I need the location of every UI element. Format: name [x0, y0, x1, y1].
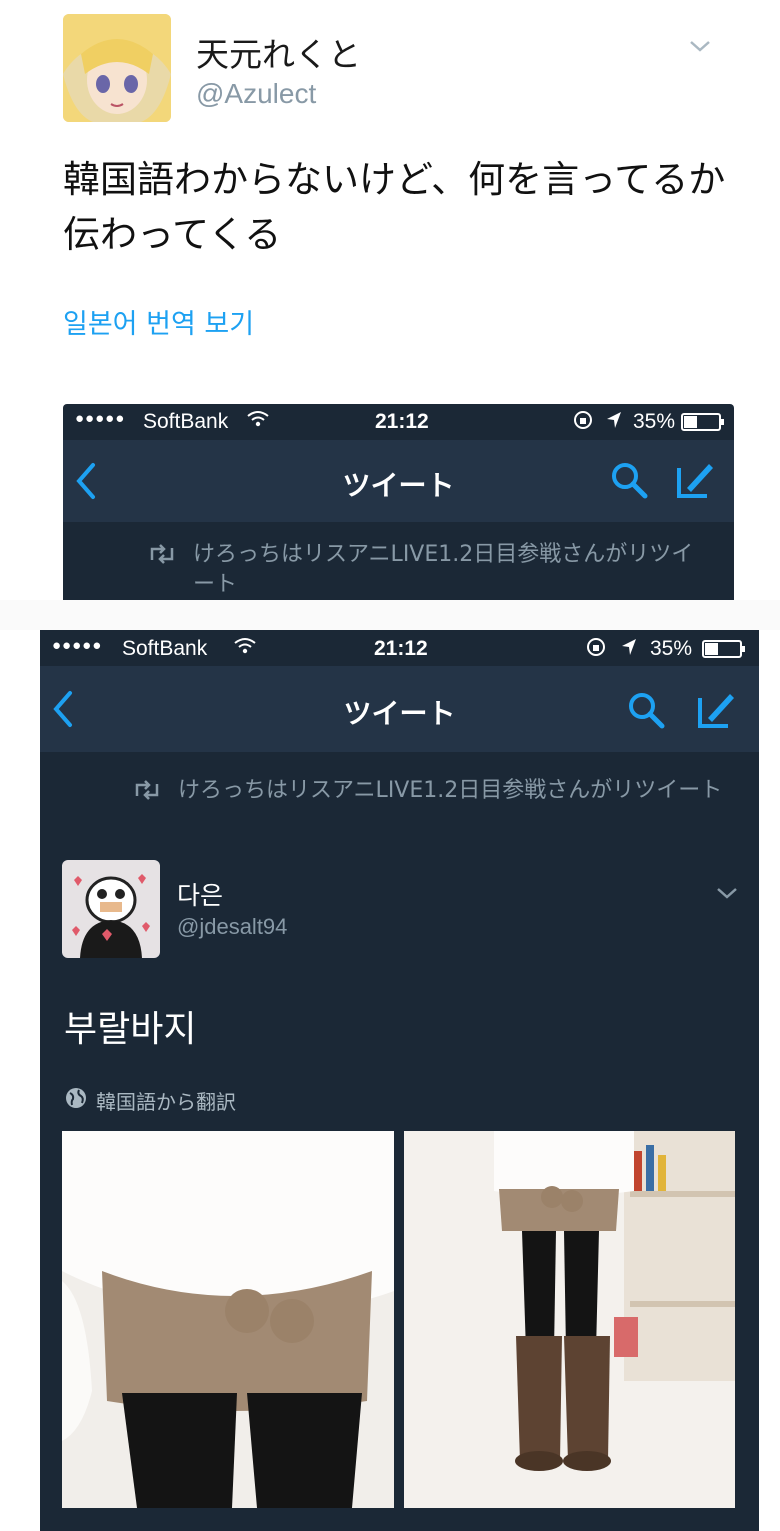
globe-icon: [64, 1086, 88, 1114]
translation-label: 韓国語から翻訳: [96, 1090, 236, 1114]
search-icon[interactable]: [626, 690, 666, 734]
status-bar: ●●●●● SoftBank 21:12 35%: [40, 630, 759, 666]
nav-bar: ツイート: [63, 440, 734, 522]
retweet-icon: [132, 780, 162, 804]
embedded-screenshot-1: ●●●●● SoftBank 21:12 35% ツイート けろっちはリスアニL…: [63, 404, 734, 600]
clock: 21:12: [375, 410, 429, 433]
signal-dots: ●●●●●: [52, 637, 103, 654]
embedded-screenshot-2: ●●●●● SoftBank 21:12 35% ツイート けろっちはリスアニL…: [40, 630, 759, 1531]
display-name[interactable]: 天元れくと: [196, 28, 361, 76]
retweet-label: けろっちはリスアニLIVE1.2日目参戦さんがリツイート: [178, 778, 723, 803]
compose-icon[interactable]: [696, 690, 736, 734]
retweet-icon: [147, 544, 177, 568]
carrier: SoftBank: [143, 410, 229, 433]
carrier: SoftBank: [122, 637, 208, 660]
tweet-photo-1[interactable]: [62, 1131, 394, 1508]
retweet-label: けろっちはリスアニLIVE1.2日目参戦さんがリツイート: [193, 542, 694, 597]
tweet-text: 부랄바지: [64, 1009, 197, 1050]
nav-bar: ツイート: [40, 666, 759, 752]
search-icon[interactable]: [609, 460, 649, 504]
battery-icon: [681, 413, 725, 437]
chevron-down-icon[interactable]: [716, 884, 738, 906]
battery-percent: 35%: [633, 410, 676, 433]
avatar[interactable]: [62, 860, 160, 958]
wifi-icon: [247, 410, 269, 434]
author-name[interactable]: 다은: [177, 876, 223, 912]
tweet-photo-2[interactable]: [404, 1131, 735, 1508]
battery-percent: 35%: [650, 637, 693, 660]
clock: 21:12: [374, 637, 428, 660]
lock-rotation-icon: [573, 410, 593, 436]
author-handle[interactable]: @jdesalt94: [177, 914, 287, 940]
chevron-down-icon[interactable]: [688, 34, 712, 58]
tweet-text: 韓国語わからないけど、何を言ってるか伝わってくる: [63, 158, 726, 256]
signal-dots: ●●●●●: [75, 410, 126, 427]
avatar[interactable]: [63, 14, 171, 122]
translate-link[interactable]: 일본어 번역 보기: [63, 302, 254, 341]
wifi-icon: [234, 637, 256, 661]
status-bar: ●●●●● SoftBank 21:12 35%: [63, 404, 734, 440]
battery-icon: [702, 640, 746, 664]
location-arrow-icon: [605, 410, 623, 436]
lock-rotation-icon: [586, 637, 606, 663]
separator: [0, 600, 780, 630]
user-handle[interactable]: @Azulect: [196, 78, 316, 110]
compose-icon[interactable]: [675, 460, 715, 504]
location-arrow-icon: [620, 637, 638, 663]
